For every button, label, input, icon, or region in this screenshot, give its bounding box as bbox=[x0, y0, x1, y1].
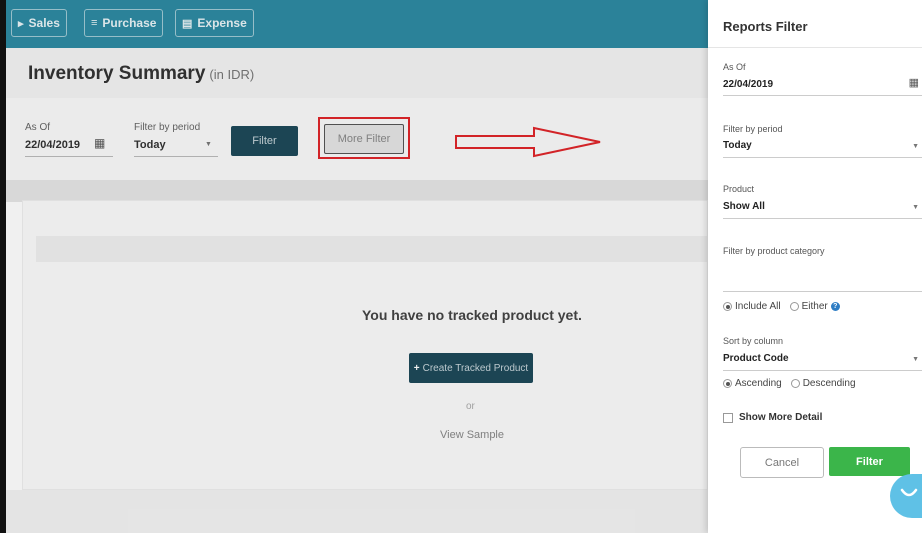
include-all-radio[interactable] bbox=[723, 302, 732, 311]
panel-sort-label: Sort by column bbox=[723, 336, 784, 346]
category-match-radio-group: Include All Either ? bbox=[723, 301, 840, 312]
show-more-detail-row[interactable]: Show More Detail bbox=[723, 412, 822, 423]
show-more-detail-label: Show More Detail bbox=[739, 412, 823, 423]
calendar-icon[interactable]: ▦ bbox=[909, 76, 919, 89]
show-more-detail-checkbox[interactable] bbox=[723, 412, 733, 423]
panel-as-of-input[interactable]: 22/04/2019 bbox=[723, 79, 773, 90]
panel-title: Reports Filter bbox=[723, 19, 808, 34]
panel-category-input[interactable] bbox=[723, 291, 922, 292]
panel-sort-underline bbox=[723, 370, 922, 371]
apply-filter-button[interactable]: Filter bbox=[829, 447, 910, 476]
chevron-down-icon: ▼ bbox=[912, 204, 919, 211]
ascending-radio[interactable] bbox=[723, 379, 732, 388]
descending-label: Descending bbox=[802, 378, 856, 389]
sort-order-radio-group: Ascending Descending bbox=[723, 378, 856, 389]
chevron-down-icon: ▼ bbox=[912, 356, 919, 363]
panel-period-label: Filter by period bbox=[723, 124, 783, 134]
modal-backdrop[interactable] bbox=[6, 0, 708, 533]
panel-product-select[interactable]: Show All bbox=[723, 201, 765, 212]
either-label: Either bbox=[801, 301, 828, 312]
panel-sort-select[interactable]: Product Code bbox=[723, 353, 789, 364]
panel-as-of-label: As Of bbox=[723, 62, 746, 72]
ascending-label: Ascending bbox=[735, 378, 782, 389]
reports-filter-panel: Reports Filter As Of 22/04/2019 ▦ Filter… bbox=[708, 0, 922, 533]
panel-as-of-underline bbox=[723, 95, 922, 96]
panel-period-select[interactable]: Today bbox=[723, 140, 752, 151]
either-radio[interactable] bbox=[789, 302, 799, 311]
panel-category-label: Filter by product category bbox=[723, 246, 825, 256]
chat-icon bbox=[900, 488, 918, 497]
chevron-down-icon: ▼ bbox=[912, 143, 919, 150]
panel-product-label: Product bbox=[723, 184, 755, 194]
cancel-button[interactable]: Cancel bbox=[740, 447, 824, 478]
help-icon[interactable]: ? bbox=[830, 302, 840, 311]
panel-product-underline bbox=[723, 218, 922, 219]
descending-radio[interactable] bbox=[790, 379, 800, 388]
panel-period-underline bbox=[723, 157, 922, 158]
panel-header-divider bbox=[708, 47, 922, 48]
include-all-label: Include All bbox=[735, 301, 781, 312]
